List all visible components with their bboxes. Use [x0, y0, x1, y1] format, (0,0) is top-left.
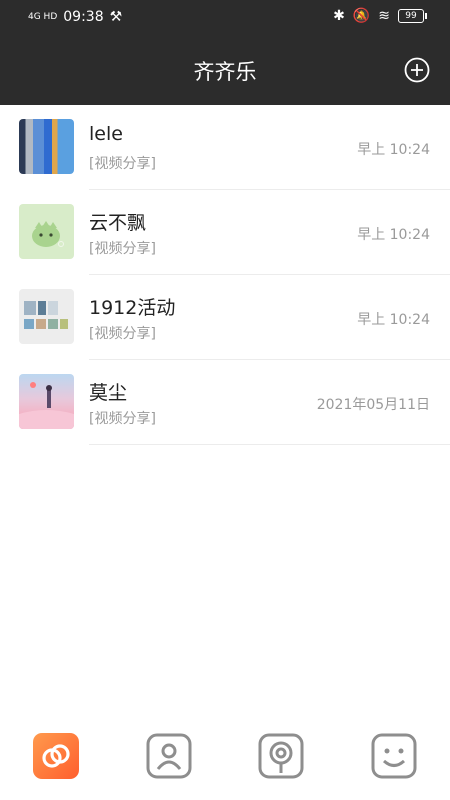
chat-row[interactable]: lele [视频分享] 早上 10:24 [0, 105, 450, 190]
chat-row[interactable]: 1912活动 [视频分享] 早上 10:24 [0, 275, 450, 360]
profile-smile-icon [371, 733, 417, 779]
tab-chats[interactable] [33, 733, 79, 779]
link-icon [42, 744, 70, 768]
contacts-icon [146, 733, 192, 779]
bluetooth-icon: ✱ [333, 8, 345, 24]
chat-list: lele [视频分享] 早上 10:24 云不飘 [视频分享] 早上 10:24 [0, 105, 450, 445]
battery-icon: 99 [398, 9, 427, 23]
discover-icon [258, 733, 304, 779]
chat-name: 云不飘 [89, 212, 147, 234]
tab-discover[interactable] [258, 733, 304, 779]
avatar [19, 204, 74, 259]
chat-row[interactable]: 云不飘 [视频分享] 早上 10:24 [0, 190, 450, 275]
beach-illustration [19, 382, 74, 429]
tab-contacts[interactable] [146, 733, 192, 779]
home-indicator [185, 791, 265, 795]
chat-name: 1912活动 [89, 297, 176, 319]
clock: 09:38 [63, 9, 104, 25]
avatar [19, 289, 74, 344]
collage-illustration [24, 301, 68, 329]
network-indicator: 4G HD [28, 11, 58, 22]
chat-name: lele [89, 123, 123, 145]
chat-preview: [视频分享] [89, 411, 156, 427]
app-header: 齐齐乐 [0, 34, 450, 105]
tab-profile[interactable] [371, 733, 417, 779]
chat-preview: [视频分享] [89, 326, 156, 342]
chat-row[interactable]: 莫尘 [视频分享] 2021年05月11日 [0, 360, 450, 445]
divider [89, 444, 450, 445]
mute-icon: 🔕 [352, 8, 371, 24]
chat-preview: [视频分享] [89, 241, 156, 257]
dino-illustration [32, 221, 64, 247]
chat-preview: [视频分享] [89, 156, 156, 172]
avatar [19, 374, 74, 429]
chat-time: 早上 10:24 [357, 142, 430, 158]
page-title: 齐齐乐 [193, 60, 257, 84]
chat-name: 莫尘 [89, 382, 128, 404]
avatar [19, 119, 74, 174]
chat-time: 早上 10:24 [357, 312, 430, 328]
plus-circle-icon[interactable] [404, 57, 430, 83]
status-bar: 4G HD 09:38 ⚒ ✱ 🔕 ≋ 99 [0, 0, 450, 34]
bottom-tab-bar [0, 720, 450, 800]
tools-icon: ⚒ [109, 9, 123, 25]
chat-time: 2021年05月11日 [316, 397, 430, 413]
wifi-icon: ≋ [378, 8, 390, 24]
chat-time: 早上 10:24 [357, 227, 430, 243]
